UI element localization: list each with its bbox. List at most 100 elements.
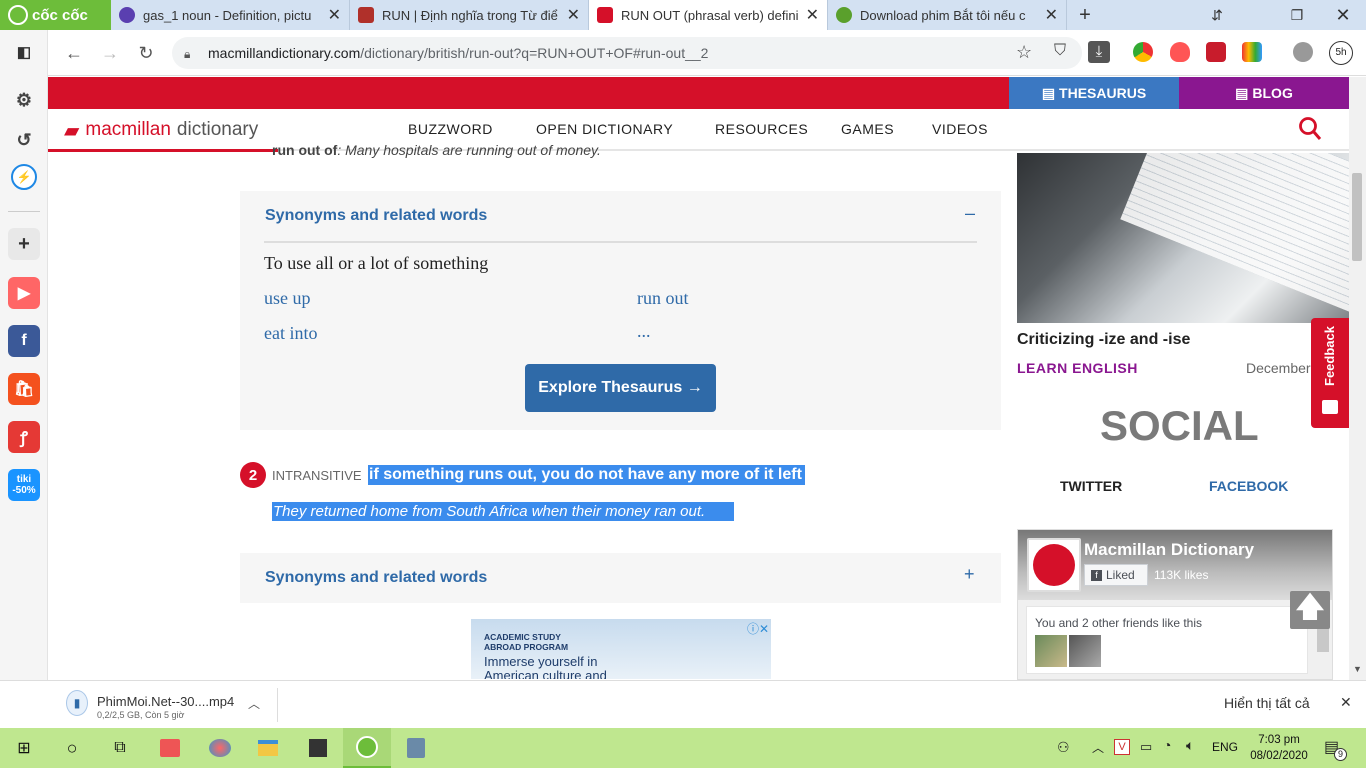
sticky-notes-icon[interactable]	[294, 728, 342, 768]
friend-avatar[interactable]	[1069, 635, 1101, 667]
close-icon[interactable]: ✕	[806, 5, 819, 25]
download-filename[interactable]: PhimMoi.Net--30....mp4	[97, 694, 234, 709]
advertisement[interactable]: ACADEMIC STUDY ABROAD PROGRAM Immerse yo…	[471, 619, 771, 679]
app-icon[interactable]	[146, 728, 194, 768]
avatar[interactable]	[1293, 42, 1313, 62]
fb-page-name[interactable]: Macmillan Dictionary	[1084, 540, 1254, 560]
youtube-icon[interactable]: ▶	[8, 277, 40, 309]
article-category[interactable]: LEARN ENGLISH	[1017, 360, 1138, 376]
search-icon[interactable]	[1298, 116, 1322, 142]
twitter-tab[interactable]: TWITTER	[1060, 478, 1122, 494]
friend-avatar[interactable]	[1035, 635, 1067, 667]
file-explorer-icon[interactable]	[244, 728, 292, 768]
tab-run[interactable]: RUN | Định nghĩa trong Từ điể ✕	[350, 0, 589, 30]
paint-icon[interactable]	[196, 728, 244, 768]
close-icon[interactable]: ✕	[1340, 694, 1352, 711]
chrome-extension-icon[interactable]	[1133, 42, 1153, 62]
chevron-up-icon[interactable]: ︿	[1092, 739, 1104, 756]
synonym-link[interactable]: eat into	[264, 323, 317, 344]
color-extension-icon[interactable]	[1242, 42, 1262, 62]
tab-gas[interactable]: gas_1 noun - Definition, pictu ✕	[111, 0, 350, 30]
unikey-icon[interactable]: V	[1114, 739, 1130, 755]
app-icon[interactable]	[392, 728, 440, 768]
ad-choices-icon[interactable]: ⓘ✕	[747, 620, 769, 637]
article-title[interactable]: Criticizing -ize and -ise	[1017, 331, 1190, 349]
download-icon[interactable]: ⤓	[1088, 41, 1110, 63]
explore-thesaurus-button[interactable]: Explore Thesaurus →	[525, 364, 716, 412]
close-window-button[interactable]: ✕	[1320, 0, 1366, 30]
synonyms-heading[interactable]: Synonyms and related words	[265, 569, 487, 587]
maximize-button[interactable]: ❐	[1274, 0, 1320, 30]
new-tab-button[interactable]: +	[1069, 0, 1101, 30]
more-synonyms-link[interactable]: ...	[637, 321, 651, 342]
shield-icon[interactable]: ⛉	[1054, 42, 1066, 60]
scroll-thumb[interactable]	[1352, 173, 1362, 261]
battery-icon[interactable]: ▭	[1140, 739, 1152, 755]
nav-games[interactable]: GAMES	[841, 121, 894, 137]
nav-open-dictionary[interactable]: OPEN DICTIONARY	[536, 121, 673, 137]
synonym-link[interactable]: run out	[637, 288, 689, 309]
tab-favicon	[836, 7, 852, 23]
sidebar-toggle-icon[interactable]: ◧	[8, 36, 40, 68]
coccoc-logo[interactable]: cốc cốc	[0, 0, 111, 30]
coccoc-taskbar-icon[interactable]	[343, 728, 391, 768]
language-indicator[interactable]: ENG	[1212, 740, 1238, 754]
article-image[interactable]	[1017, 153, 1349, 323]
nav-videos[interactable]: VIDEOS	[932, 121, 988, 137]
shopee-icon[interactable]: 🛍︎	[8, 373, 40, 405]
feedback-tab[interactable]: Feedback	[1311, 318, 1349, 428]
tab-run-out[interactable]: RUN OUT (phrasal verb) defini ✕	[589, 0, 828, 30]
facebook-icon[interactable]: f	[8, 325, 40, 357]
thesaurus-link[interactable]: ▤ THESAURUS	[1009, 77, 1179, 109]
expand-toggle[interactable]: +	[964, 564, 975, 585]
search-icon[interactable]: ○	[48, 728, 96, 768]
chevron-up-icon[interactable]: ︿	[248, 695, 260, 712]
adblock-icon[interactable]	[1170, 42, 1190, 62]
page-scrollbar[interactable]: ▼	[1349, 77, 1366, 680]
extension-icon[interactable]	[1206, 42, 1226, 62]
nav-resources[interactable]: RESOURCES	[715, 121, 808, 137]
clock[interactable]: 7:03 pm 08/02/2020	[1248, 732, 1310, 764]
blog-link[interactable]: ▤ BLOG	[1179, 77, 1349, 109]
close-icon[interactable]: ✕	[328, 5, 341, 25]
close-icon[interactable]: ✕	[1045, 5, 1058, 25]
url-field[interactable]: 🔒︎ macmillandictionary.com/dictionary/br…	[172, 37, 1082, 69]
url-text: macmillandictionary.com/dictionary/briti…	[208, 45, 708, 61]
back-button[interactable]: ←	[61, 40, 87, 66]
facebook-icon: f	[1091, 569, 1102, 581]
fb-liked-button[interactable]: f Liked	[1084, 564, 1148, 586]
panel-divider	[264, 241, 977, 243]
close-icon[interactable]: ✕	[567, 5, 580, 25]
star-icon[interactable]: ☆	[1016, 42, 1032, 63]
collapse-toggle[interactable]: –	[965, 203, 975, 224]
scroll-down-arrow[interactable]: ▼	[1353, 664, 1362, 674]
gear-icon[interactable]: ⚙	[8, 84, 40, 116]
site-logo[interactable]: ▰ macmillan dictionary	[64, 116, 258, 144]
brand-name: cốc cốc	[32, 6, 88, 24]
profile-badge-text: 5h	[1335, 47, 1347, 58]
profile-badge[interactable]: 5h	[1329, 41, 1353, 65]
tiki-icon[interactable]: tiki -50%	[8, 469, 40, 501]
lazada-icon[interactable]: ꝭ	[8, 421, 40, 453]
back-to-top-button[interactable]: 🡅	[1290, 591, 1330, 629]
tab-search-icon[interactable]: ⇵	[1194, 0, 1240, 30]
facebook-tab[interactable]: FACEBOOK	[1209, 478, 1288, 494]
fb-page-avatar[interactable]	[1027, 538, 1081, 592]
nav-buzzword[interactable]: BUZZWORD	[408, 121, 493, 137]
forward-button[interactable]: →	[97, 40, 123, 66]
messenger-icon[interactable]: ⚡	[11, 164, 37, 190]
sense-number-badge: 2	[240, 462, 266, 488]
synonyms-heading[interactable]: Synonyms and related words	[265, 207, 487, 225]
windows-start-icon[interactable]: ⊞	[0, 728, 48, 768]
history-icon[interactable]: ↺	[8, 124, 40, 156]
reload-button[interactable]: ↻	[133, 40, 159, 66]
people-icon[interactable]: ⚇	[1057, 739, 1070, 756]
blog-label: BLOG	[1252, 85, 1293, 101]
synonym-link[interactable]: use up	[264, 288, 311, 309]
task-view-icon[interactable]: ⧉	[96, 728, 144, 768]
add-icon[interactable]: +	[8, 228, 40, 260]
wifi-icon[interactable]: ◔	[1163, 737, 1171, 753]
volume-icon[interactable]: 🔈︎	[1186, 737, 1194, 754]
tab-download-phim[interactable]: Download phim Bắt tôi nếu c ✕	[828, 0, 1067, 30]
show-all-downloads[interactable]: Hiển thị tất cả	[1224, 695, 1310, 711]
